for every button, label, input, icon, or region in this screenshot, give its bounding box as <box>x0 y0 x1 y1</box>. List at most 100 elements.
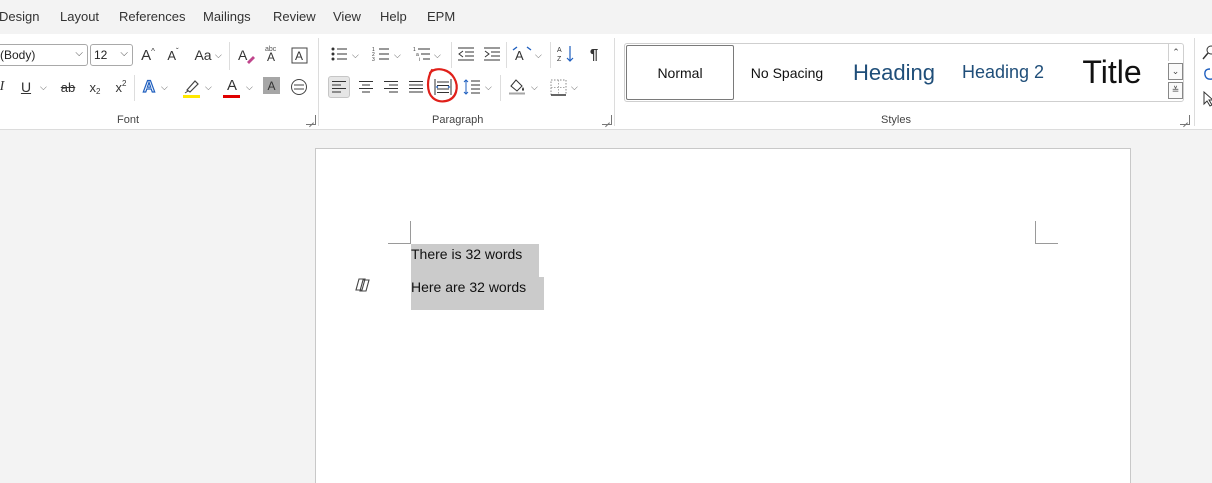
svg-text:i: i <box>419 57 420 62</box>
menu-epm[interactable]: EPM <box>427 9 455 24</box>
align-center-button[interactable] <box>356 77 376 97</box>
clear-formatting-button[interactable]: A <box>236 45 256 65</box>
gallery-more-icon[interactable]: ≚ <box>1168 82 1183 99</box>
divider <box>229 42 230 70</box>
subscript-button[interactable]: x2 <box>86 77 104 97</box>
document-page[interactable]: There is 32 words Here are 32 words <box>315 148 1131 483</box>
svg-text:A: A <box>295 49 303 63</box>
chevron-down-icon[interactable]: ⌵ <box>246 82 253 93</box>
font-color-icon: A <box>226 76 237 94</box>
enclose-characters-button[interactable] <box>289 77 309 97</box>
underline-button[interactable]: U <box>17 77 35 97</box>
italic-icon: I <box>0 79 5 94</box>
font-dialog-launcher-icon[interactable] <box>306 115 316 125</box>
chevron-down-icon[interactable]: ⌵ <box>215 50 222 61</box>
chevron-down-icon[interactable]: ⌵ <box>205 82 212 93</box>
menu-review[interactable]: Review <box>273 9 316 24</box>
multilevel-list-button[interactable]: 1 a i <box>412 44 432 64</box>
align-right-button[interactable] <box>381 77 401 97</box>
chevron-down-icon: ⌵ <box>120 48 128 59</box>
font-name-box[interactable]: (Body) ⌵ <box>0 44 88 66</box>
style-heading-2[interactable]: Heading 2 <box>953 44 1053 101</box>
bullets-button[interactable] <box>329 44 349 64</box>
group-divider <box>318 38 319 126</box>
menu-design[interactable]: Design <box>0 9 39 24</box>
chevron-down-icon[interactable]: ⌵ <box>352 50 359 61</box>
chevron-down-icon[interactable]: ⌵ <box>394 50 401 61</box>
change-case-button[interactable]: Aa <box>191 45 215 65</box>
svg-text:3: 3 <box>372 57 375 62</box>
style-title[interactable]: Title <box>1057 44 1167 101</box>
shrink-font-icon: A <box>167 47 176 63</box>
divider <box>451 42 452 68</box>
document-line[interactable]: Here are 32 words <box>411 279 526 295</box>
document-line[interactable]: There is 32 words <box>411 246 522 262</box>
distributed-icon <box>434 79 452 95</box>
sort-icon: A Z <box>557 46 574 63</box>
superscript-button[interactable]: x2 <box>112 77 130 97</box>
styles-dialog-launcher-icon[interactable] <box>1180 115 1190 125</box>
line-spacing-button[interactable] <box>462 77 482 97</box>
shrink-font-button[interactable]: Aˇ <box>163 45 183 65</box>
menu-bar: Design Layout References Mailings Review… <box>0 0 1212 34</box>
asian-layout-icon: A <box>512 46 532 62</box>
borders-button[interactable] <box>548 77 568 97</box>
svg-text:Z: Z <box>557 56 562 63</box>
styles-group-label: Styles <box>881 114 911 126</box>
numbering-icon: 1 2 3 <box>372 47 389 62</box>
menu-references[interactable]: References <box>119 9 185 24</box>
text-effects-button[interactable]: A <box>140 76 158 97</box>
chevron-down-icon[interactable]: ⌵ <box>531 82 538 93</box>
gallery-scroll-down-icon[interactable]: ⌄ <box>1168 63 1183 80</box>
gallery-scroll-up-icon[interactable]: ⌃ <box>1168 44 1183 61</box>
replace-button[interactable] <box>1202 65 1212 85</box>
svg-text:A: A <box>557 47 562 54</box>
chevron-down-icon[interactable]: ⌵ <box>571 82 578 93</box>
highlight-button[interactable] <box>181 76 203 96</box>
style-no-spacing[interactable]: No Spacing <box>737 44 837 101</box>
ribbon: (Body) ⌵ 12 ⌵ A ^ Aˇ Aa ⌵ A abc A A I U … <box>0 34 1212 130</box>
shading-button[interactable] <box>506 76 528 96</box>
menu-help[interactable]: Help <box>380 9 407 24</box>
character-border-icon: A <box>291 47 307 63</box>
line-spacing-icon <box>463 79 480 95</box>
chevron-down-icon[interactable]: ⌵ <box>161 82 168 93</box>
chevron-down-icon[interactable]: ⌵ <box>40 82 47 93</box>
select-button[interactable] <box>1202 89 1212 109</box>
justify-button[interactable] <box>406 77 426 97</box>
show-formatting-button[interactable]: ¶ <box>585 44 603 64</box>
character-shading-button[interactable]: A <box>263 77 280 94</box>
find-button[interactable] <box>1202 42 1212 62</box>
paragraph-dialog-launcher-icon[interactable] <box>602 115 612 125</box>
grow-font-button[interactable]: A ^ <box>138 45 158 65</box>
copilot-icon[interactable] <box>354 277 372 296</box>
numbering-button[interactable]: 1 2 3 <box>371 44 391 64</box>
menu-mailings[interactable]: Mailings <box>203 9 251 24</box>
character-shading-icon: A <box>267 78 276 93</box>
chevron-down-icon[interactable]: ⌵ <box>485 82 492 93</box>
font-color-swatch <box>223 95 240 98</box>
align-right-icon <box>384 81 398 93</box>
asian-layout-button[interactable]: A <box>511 44 533 64</box>
decrease-indent-button[interactable] <box>456 44 476 64</box>
font-color-button[interactable]: A <box>222 75 242 95</box>
strikethrough-button[interactable]: ab <box>58 77 78 97</box>
style-normal[interactable]: Normal <box>626 45 734 100</box>
menu-layout[interactable]: Layout <box>60 9 99 24</box>
chevron-down-icon[interactable]: ⌵ <box>434 50 441 61</box>
character-border-button[interactable]: A <box>289 45 309 65</box>
sort-button[interactable]: A Z <box>556 44 576 64</box>
italic-button[interactable]: I <box>0 77 8 97</box>
copilot-icon-glyph <box>355 278 370 292</box>
svg-text:A: A <box>238 47 248 63</box>
text-effects-icon: A <box>142 76 156 96</box>
increase-indent-button[interactable] <box>482 44 502 64</box>
distributed-button[interactable] <box>433 77 453 97</box>
chevron-down-icon[interactable]: ⌵ <box>535 50 542 61</box>
font-size-box[interactable]: 12 ⌵ <box>90 44 133 66</box>
align-left-button[interactable] <box>328 76 350 98</box>
phonetic-guide-button[interactable]: abc A <box>263 43 283 63</box>
style-heading[interactable]: Heading <box>839 44 949 101</box>
pilcrow-icon: ¶ <box>589 45 599 63</box>
menu-view[interactable]: View <box>333 9 361 24</box>
